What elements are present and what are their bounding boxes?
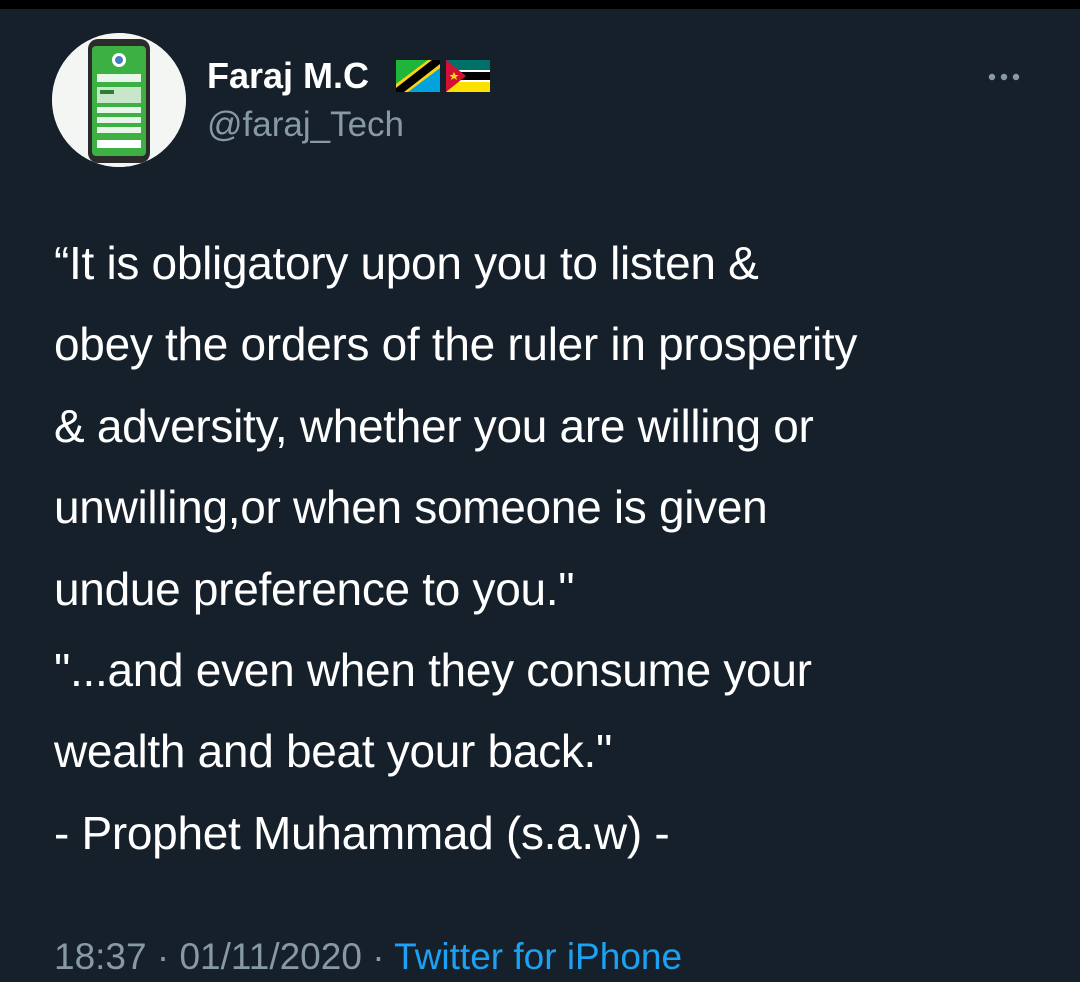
more-options-button[interactable] <box>978 60 1030 94</box>
more-horizontal-icon <box>988 73 1020 81</box>
tanzania-flag-icon <box>396 60 440 92</box>
meta-separator: · <box>361 936 395 977</box>
tweet-text-line: & adversity, whether you are willing or <box>54 399 814 452</box>
avatar[interactable] <box>52 33 186 167</box>
author-flags <box>396 60 490 92</box>
tweet-time[interactable]: 18:37 <box>54 936 147 977</box>
author-handle[interactable]: @faraj_Tech <box>207 104 404 146</box>
tweet-text-line: “It is obligatory upon you to listen & <box>54 237 759 289</box>
tweet-text-line: "...and even when they consume your <box>54 644 812 697</box>
tweet-source-link[interactable]: Twitter for iPhone <box>394 936 682 977</box>
phone-app-avatar-icon <box>52 33 186 167</box>
tweet-metadata: 18:37 · 01/11/2020 · Twitter for iPhone <box>54 933 682 981</box>
meta-separator: · <box>146 936 180 977</box>
tweet-text: “It is obligatory upon you to listen & o… <box>54 223 1044 874</box>
tweet-text-line: obey the orders of the ruler in prosperi… <box>54 318 858 371</box>
tweet-text-line: - Prophet Muhammad (s.a.w) - <box>54 806 670 859</box>
tweet-text-line: unwilling,or when someone is given <box>54 481 768 534</box>
tweet-text-line: undue preference to you." <box>54 562 575 615</box>
author-display-name[interactable]: Faraj M.C <box>207 54 369 98</box>
tweet-date[interactable]: 01/11/2020 <box>179 936 361 977</box>
tweet-text-line: wealth and beat your back." <box>54 725 613 778</box>
mozambique-flag-icon <box>446 60 490 92</box>
status-bar-strip <box>0 0 1080 9</box>
